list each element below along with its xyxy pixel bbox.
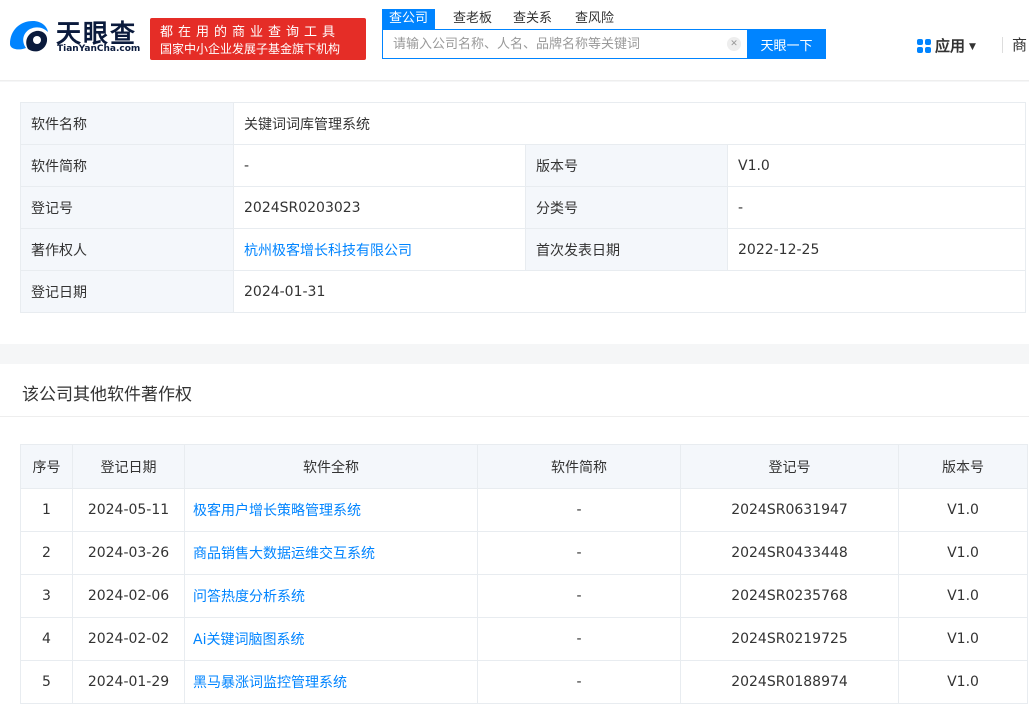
row-date: 2024-01-29 <box>72 660 185 704</box>
category-label: 分类号 <box>525 186 728 229</box>
apps-label: 应用 <box>935 37 966 55</box>
apps-menu[interactable]: 应用 ▼ <box>917 35 976 55</box>
row-version: V1.0 <box>898 488 1028 532</box>
site-logo[interactable]: 天眼查 TianYanCha.com <box>6 12 146 62</box>
row-reg-no: 2024SR0631947 <box>680 488 899 532</box>
row-reg-no: 2024SR0235768 <box>680 574 899 618</box>
tab-boss[interactable]: 查老板 <box>446 9 499 29</box>
section-title: 该公司其他软件著作权 <box>22 385 192 405</box>
row-version: V1.0 <box>898 531 1028 575</box>
row-date: 2024-03-26 <box>72 531 185 575</box>
table-row: 2 2024-03-26 商品销售大数据运维交互系统 - 2024SR04334… <box>20 531 1028 575</box>
other-copyrights-section: 该公司其他软件著作权 序号 登记日期 软件全称 软件简称 登记号 版本号 1 2… <box>0 364 1029 720</box>
tab-risk[interactable]: 查风险 <box>568 9 621 29</box>
row-short: - <box>477 660 681 704</box>
short-name-value: - <box>233 144 526 187</box>
row-version: V1.0 <box>898 660 1028 704</box>
reg-no-value: 2024SR0203023 <box>233 186 526 229</box>
column-header-reg-no: 登记号 <box>680 444 899 489</box>
apps-grid-icon <box>917 39 931 53</box>
section-divider <box>0 416 1029 417</box>
copyright-detail-table: 软件名称 关键词词库管理系统 软件简称 - 版本号 V1.0 登记号 2024S… <box>20 102 1026 313</box>
slogan-line-1: 都在用的商业查询工具 <box>160 25 341 40</box>
row-reg-no: 2024SR0188974 <box>680 660 899 704</box>
owner-link[interactable]: 杭州极客增长科技有限公司 <box>244 243 412 259</box>
table-row: 3 2024-02-06 问答热度分析系统 - 2024SR0235768 V1… <box>20 574 1028 618</box>
software-link[interactable]: 商品销售大数据运维交互系统 <box>184 531 478 575</box>
row-short: - <box>477 617 681 661</box>
software-name-label: 软件名称 <box>20 102 234 145</box>
detail-row: 登记日期 2024-01-31 <box>20 270 1026 313</box>
column-header-version: 版本号 <box>898 444 1028 489</box>
row-short: - <box>477 488 681 532</box>
first-pub-value: 2022-12-25 <box>727 228 1026 271</box>
table-row: 4 2024-02-02 Ai关键词脑图系统 - 2024SR0219725 V… <box>20 617 1028 661</box>
reg-date-value: 2024-01-31 <box>233 270 1026 313</box>
business-link[interactable]: 商 <box>1012 34 1027 55</box>
detail-row: 软件名称 关键词词库管理系统 <box>20 102 1026 145</box>
logo-domain: TianYanCha.com <box>57 44 141 54</box>
reg-no-label: 登记号 <box>20 186 234 229</box>
top-header: 天眼查 TianYanCha.com 都在用的商业查询工具 国家中小企业发展子基… <box>0 0 1029 81</box>
table-row: 5 2024-01-29 黑马暴涨词监控管理系统 - 2024SR0188974… <box>20 660 1028 704</box>
row-no: 2 <box>20 531 73 575</box>
row-no: 3 <box>20 574 73 618</box>
version-value: V1.0 <box>727 144 1026 187</box>
software-name-value: 关键词词库管理系统 <box>233 102 1026 145</box>
software-link[interactable]: 极客用户增长策略管理系统 <box>184 488 478 532</box>
column-header-short: 软件简称 <box>477 444 681 489</box>
row-no: 5 <box>20 660 73 704</box>
table-header-row: 序号 登记日期 软件全称 软件简称 登记号 版本号 <box>20 444 1028 489</box>
search-button[interactable]: 天眼一下 <box>747 29 826 59</box>
software-link[interactable]: 黑马暴涨词监控管理系统 <box>184 660 478 704</box>
clear-icon[interactable]: ✕ <box>727 37 741 51</box>
row-short: - <box>477 531 681 575</box>
row-version: V1.0 <box>898 617 1028 661</box>
tab-company[interactable]: 查公司 <box>382 9 436 29</box>
row-short: - <box>477 574 681 618</box>
first-pub-label: 首次发表日期 <box>525 228 728 271</box>
short-name-label: 软件简称 <box>20 144 234 187</box>
row-reg-no: 2024SR0433448 <box>680 531 899 575</box>
version-label: 版本号 <box>525 144 728 187</box>
row-date: 2024-02-06 <box>72 574 185 618</box>
row-date: 2024-05-11 <box>72 488 185 532</box>
copyright-detail-card: 软件名称 关键词词库管理系统 软件简称 - 版本号 V1.0 登记号 2024S… <box>0 82 1029 344</box>
search-box: ✕ 天眼一下 <box>382 29 826 59</box>
chevron-down-icon: ▼ <box>969 42 976 52</box>
column-header-name: 软件全称 <box>184 444 478 489</box>
slogan-banner: 都在用的商业查询工具 国家中小企业发展子基金旗下机构 <box>150 18 366 60</box>
owner-cell: 杭州极客增长科技有限公司 <box>233 228 526 271</box>
software-link[interactable]: 问答热度分析系统 <box>184 574 478 618</box>
header-divider <box>1002 37 1003 53</box>
tab-relation[interactable]: 查关系 <box>506 9 559 29</box>
other-copyrights-table: 序号 登记日期 软件全称 软件简称 登记号 版本号 1 2024-05-11 极… <box>20 444 1028 704</box>
column-header-date: 登记日期 <box>72 444 185 489</box>
row-reg-no: 2024SR0219725 <box>680 617 899 661</box>
row-version: V1.0 <box>898 574 1028 618</box>
slogan-line-2: 国家中小企业发展子基金旗下机构 <box>160 42 341 56</box>
reg-date-label: 登记日期 <box>20 270 234 313</box>
row-date: 2024-02-02 <box>72 617 185 661</box>
detail-row: 著作权人 杭州极客增长科技有限公司 首次发表日期 2022-12-25 <box>20 228 1026 271</box>
software-link[interactable]: Ai关键词脑图系统 <box>184 617 478 661</box>
column-header-no: 序号 <box>20 444 73 489</box>
owner-label: 著作权人 <box>20 228 234 271</box>
table-row: 1 2024-05-11 极客用户增长策略管理系统 - 2024SR063194… <box>20 488 1028 532</box>
detail-row: 登记号 2024SR0203023 分类号 - <box>20 186 1026 229</box>
category-value: - <box>727 186 1026 229</box>
search-input[interactable] <box>383 30 733 58</box>
detail-row: 软件简称 - 版本号 V1.0 <box>20 144 1026 187</box>
row-no: 4 <box>20 617 73 661</box>
row-no: 1 <box>20 488 73 532</box>
tianyancha-eye-icon <box>10 21 48 52</box>
